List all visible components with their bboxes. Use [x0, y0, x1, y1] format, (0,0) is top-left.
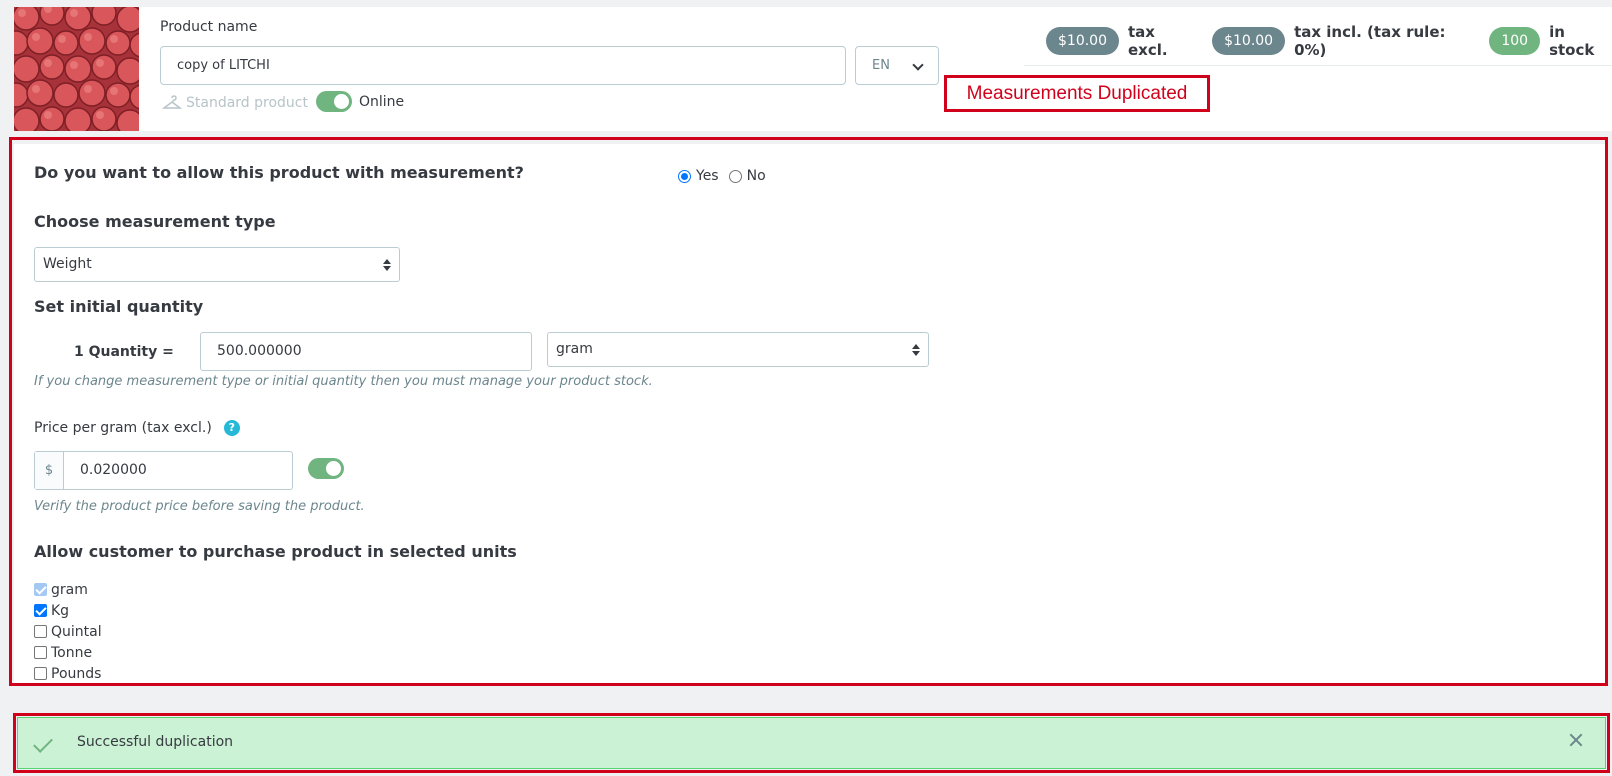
select-arrows-icon — [383, 259, 391, 271]
product-type[interactable]: Standard product — [162, 95, 308, 111]
radio-no[interactable] — [728, 169, 742, 183]
unit-option-tonne: Tonne — [34, 642, 102, 663]
unit-select[interactable]: gram — [547, 332, 929, 367]
radio-no-label: No — [746, 168, 766, 184]
price-label-text: Price per gram (tax excl.) — [34, 420, 212, 436]
currency-prefix: $ — [35, 452, 64, 489]
unit-checkbox[interactable] — [34, 667, 47, 680]
allowed-units-heading: Allow customer to purchase product in se… — [34, 542, 517, 561]
unit-option-label: Tonne — [51, 644, 93, 661]
question-circle-icon[interactable]: ? — [223, 420, 240, 436]
stock-badge: 100 — [1489, 27, 1541, 55]
unit-option-quintal: Quintal — [34, 621, 102, 642]
product-name-input[interactable]: copy of LITCHI — [160, 46, 846, 85]
unit-option-label: Pounds — [51, 665, 102, 682]
select-arrows-icon — [912, 344, 920, 356]
unit-option-label: gram — [51, 581, 88, 598]
allowed-units-list: gram Kg Quintal Tonne Pounds — [34, 579, 102, 684]
price-per-unit-label: Price per gram (tax excl.) ? — [34, 420, 240, 436]
price-per-unit-toggle[interactable] — [308, 458, 344, 479]
product-thumbnail — [14, 7, 139, 131]
online-label: Online — [359, 94, 405, 110]
price-tax-incl-badge: $10.00 — [1212, 27, 1286, 55]
price-per-unit-input-group: $ 0.020000 — [34, 451, 293, 490]
unit-checkbox[interactable] — [34, 583, 47, 596]
price-stock-summary: $10.00 tax excl. $10.00 tax incl. (tax r… — [1046, 23, 1612, 59]
unit-option-gram: gram — [34, 579, 102, 600]
allow-measurement-question: Do you want to allow this product with m… — [34, 163, 524, 182]
stock-label: in stock — [1549, 23, 1595, 59]
success-alert-highlight — [13, 713, 1610, 773]
hanger-icon — [162, 95, 182, 109]
measurement-type-select[interactable]: Weight — [34, 247, 400, 282]
price-tax-excl-badge: $10.00 — [1046, 27, 1119, 55]
tax-incl-label: tax incl. (tax rule: 0%) — [1294, 23, 1446, 59]
header-divider — [1024, 65, 1612, 66]
allow-measurement-radios: Yes No — [678, 168, 776, 184]
quantity-input[interactable]: 500.000000 — [200, 332, 532, 371]
unit-value: gram — [556, 341, 593, 357]
radio-yes[interactable] — [678, 169, 691, 183]
measurement-type-value: Weight — [43, 256, 92, 272]
product-name-label: Product name — [160, 19, 258, 35]
unit-checkbox[interactable] — [34, 604, 47, 617]
product-header: Product name copy of LITCHI EN Standard … — [14, 7, 1612, 131]
unit-option-label: Kg — [51, 602, 70, 619]
price-hint: Verify the product price before saving t… — [34, 499, 365, 514]
unit-checkbox[interactable] — [34, 646, 47, 659]
price-per-unit-input[interactable]: 0.020000 — [64, 452, 163, 489]
quantity-hint: If you change measurement type or initia… — [34, 374, 653, 389]
quantity-label: 1 Quantity = — [74, 344, 174, 360]
online-toggle[interactable] — [316, 91, 352, 112]
measurement-type-heading: Choose measurement type — [34, 212, 276, 231]
unit-option-kg: Kg — [34, 600, 102, 621]
tax-excl-label: tax excl. — [1128, 23, 1168, 59]
unit-option-pounds: Pounds — [34, 663, 102, 684]
unit-option-label: Quintal — [51, 623, 102, 640]
chevron-down-icon — [912, 59, 924, 71]
product-type-label: Standard product — [186, 95, 308, 111]
measurements-duplicated-annotation: Measurements Duplicated — [944, 75, 1210, 112]
unit-checkbox[interactable] — [34, 625, 47, 638]
initial-quantity-heading: Set initial quantity — [34, 297, 204, 316]
language-value: EN — [872, 58, 890, 73]
radio-yes-label: Yes — [696, 168, 719, 184]
language-select[interactable]: EN — [855, 46, 939, 85]
